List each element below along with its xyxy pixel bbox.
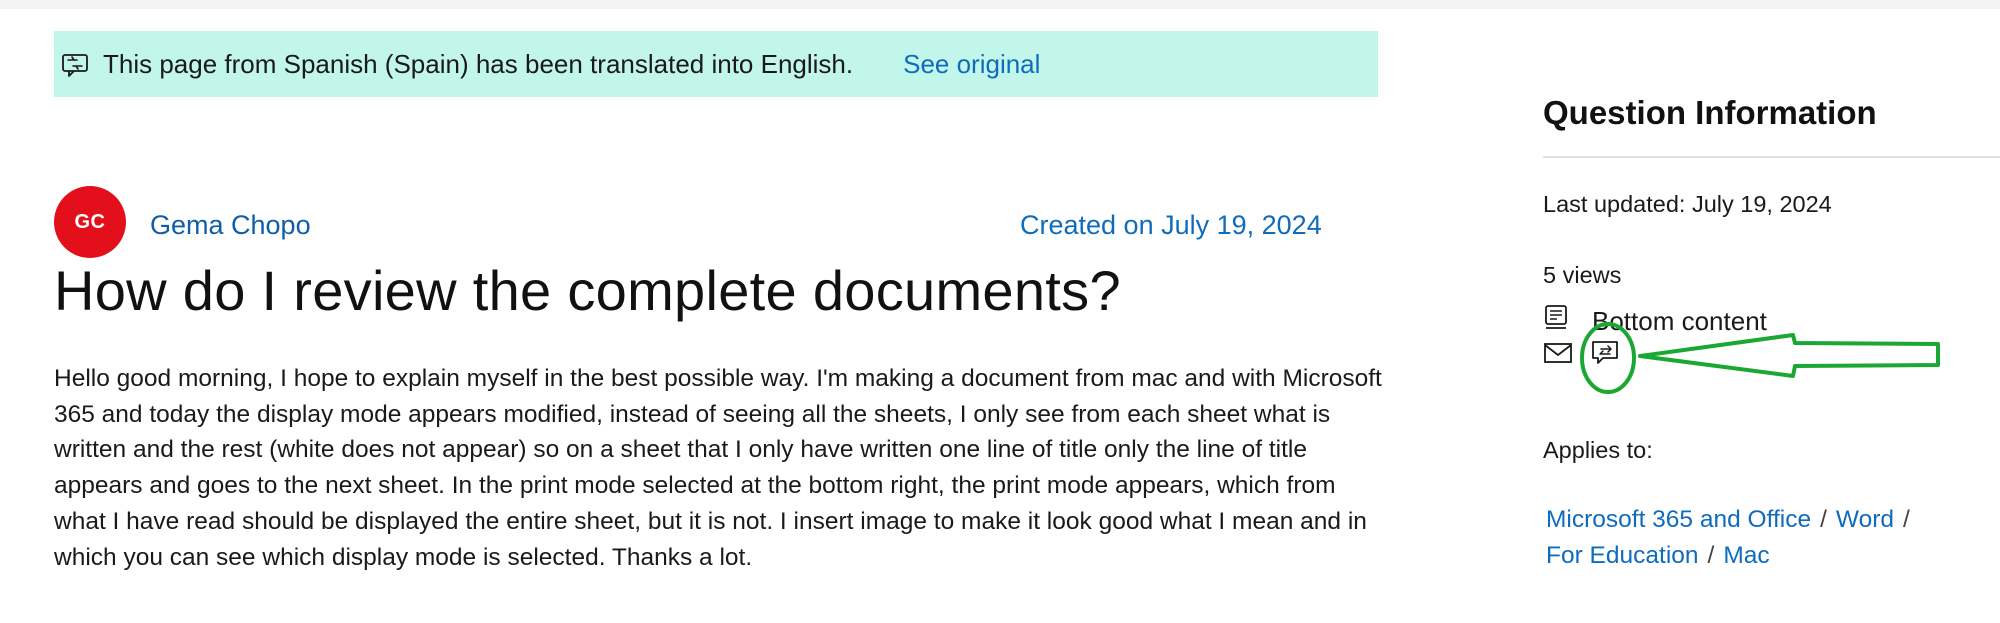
sidebar-divider [1543, 156, 2000, 158]
tag-mac[interactable]: Mac [1723, 542, 1769, 569]
author-name-link[interactable]: Gema Chopo [150, 210, 311, 241]
mail-icon[interactable] [1543, 341, 1573, 365]
tag-word[interactable]: Word [1836, 506, 1894, 533]
view-count: 5 views [1543, 262, 1622, 288]
question-information-heading: Question Information [1543, 94, 1877, 131]
applies-to-tags: Microsoft 365 and Office / Word / For Educa… [1546, 502, 1986, 574]
feedback-chat-icon[interactable] [1590, 338, 1620, 368]
question-title: How do I review the complete documents? [54, 259, 1121, 322]
page: This page from Spanish (Spain) has been … [0, 0, 2000, 623]
question-body: Hello good morning, I hope to explain my… [54, 365, 1382, 571]
avatar[interactable]: GC [54, 186, 126, 258]
created-date: Created on July 19, 2024 [1020, 210, 1322, 240]
top-strip [0, 0, 2000, 9]
tag-separator: / [1820, 506, 1827, 533]
tag-separator: / [1707, 542, 1715, 569]
last-updated: Last updated: July 19, 2024 [1543, 191, 1832, 217]
tag-for-education[interactable]: For Education [1546, 542, 1699, 569]
tag-separator: / [1903, 506, 1910, 533]
tag-microsoft-365[interactable]: Microsoft 365 and Office [1546, 506, 1811, 533]
translation-banner: This page from Spanish (Spain) has been … [54, 31, 1378, 97]
annotation-arrow [1638, 333, 1940, 378]
translate-icon [60, 49, 90, 79]
document-lines-icon [1543, 304, 1571, 332]
applies-to-label: Applies to: [1543, 437, 1653, 463]
see-original-link[interactable]: See original [903, 49, 1040, 80]
bottom-content-link[interactable]: Bottom content [1592, 306, 1767, 337]
banner-text: This page from Spanish (Spain) has been … [103, 48, 854, 79]
